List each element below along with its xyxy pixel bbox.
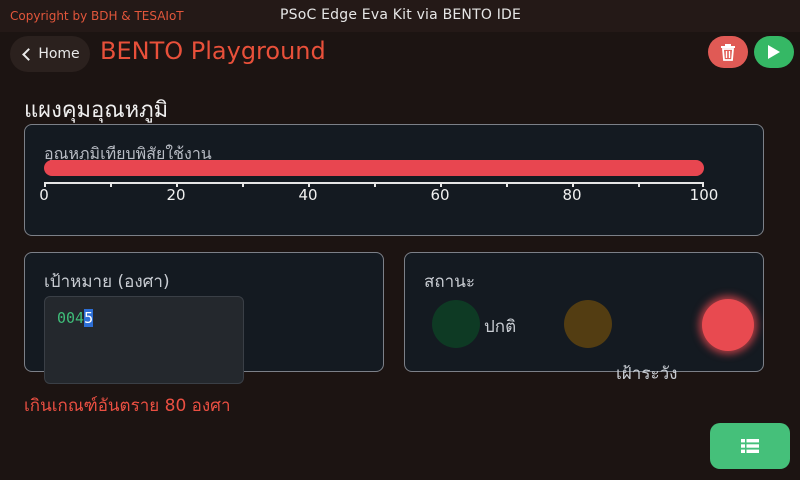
delete-button[interactable] (708, 36, 748, 68)
list-icon (741, 439, 759, 453)
normal-label: ปกติ (484, 317, 517, 337)
warning-led (564, 300, 612, 348)
home-button[interactable]: Home (10, 36, 90, 72)
run-button[interactable] (754, 36, 794, 68)
scale-tick-label: 80 (562, 186, 582, 204)
app-title: BENTO Playground (100, 37, 326, 65)
page-heading: แผงคุมอุณหภูมิ (24, 98, 169, 123)
alert-text: เกินเกณฑ์อันตราย 80 องศา (24, 396, 231, 416)
scale-tick-label: 100 (689, 186, 719, 204)
scale-tick (506, 182, 508, 187)
danger-led (702, 299, 754, 351)
home-label: Home (38, 46, 80, 62)
copyright-text: Copyright by BDH & TESAIoT (10, 9, 184, 23)
scale-tick-label: 40 (298, 186, 318, 204)
temperature-card (24, 124, 764, 236)
scale-tick-label: 20 (166, 186, 186, 204)
chevron-left-icon (22, 47, 36, 61)
status-label: สถานะ (424, 272, 475, 292)
device-title: PSoC Edge Eva Kit via BENTO IDE (280, 7, 522, 23)
list-button[interactable] (710, 423, 790, 469)
target-value-text: 004 (57, 309, 85, 327)
play-icon (768, 45, 780, 59)
scale-tick-label: 60 (430, 186, 450, 204)
top-bar: Copyright by BDH & TESAIoT PSoC Edge Eva… (0, 0, 800, 32)
trash-icon (721, 44, 735, 61)
target-input[interactable]: 0045 (44, 296, 244, 384)
normal-led (432, 300, 480, 348)
warning-label: เฝ้าระวัง (616, 364, 678, 384)
scale-tick (242, 182, 244, 187)
scale-tick (638, 182, 640, 187)
target-label: เป้าหมาย (องศา) (44, 272, 170, 292)
scale-tick (374, 182, 376, 187)
target-value-selection: 5 (84, 309, 94, 327)
target-input-value[interactable]: 0045 (57, 309, 94, 327)
scale-tick-label: 0 (39, 186, 49, 204)
scale-tick (110, 182, 112, 187)
temperature-bar (44, 160, 704, 176)
